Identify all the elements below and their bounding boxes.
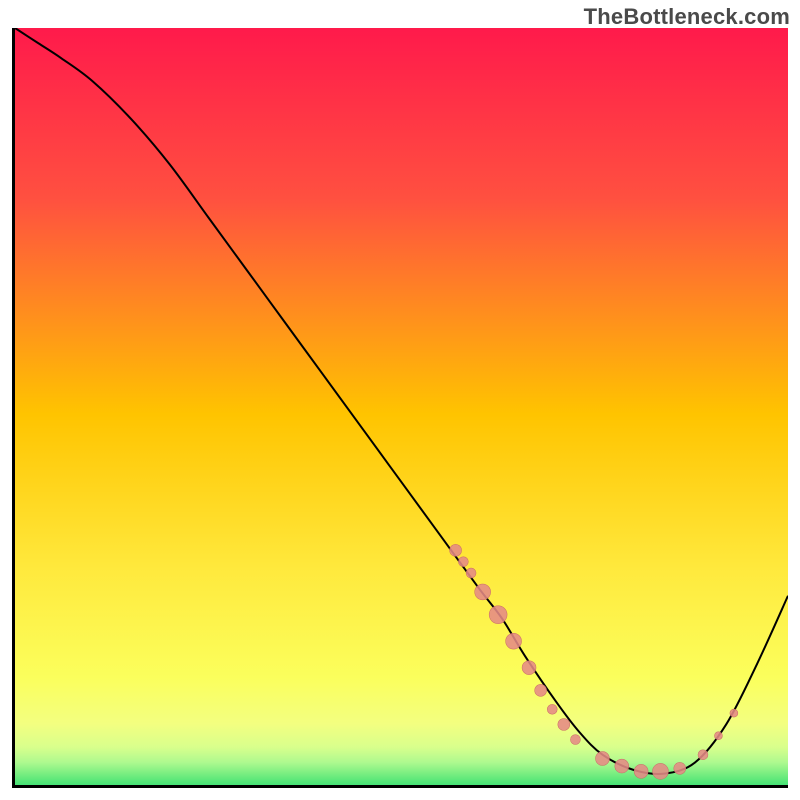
bottleneck-curve	[15, 28, 788, 774]
curve-layer	[15, 28, 788, 785]
data-marker	[458, 557, 468, 567]
data-marker	[535, 684, 547, 696]
data-marker	[698, 750, 708, 760]
data-marker	[489, 606, 507, 624]
data-marker	[652, 763, 668, 779]
chart-container: TheBottleneck.com	[0, 0, 800, 800]
data-marker	[558, 718, 570, 730]
data-marker	[615, 759, 629, 773]
marker-group	[450, 544, 738, 779]
data-marker	[714, 732, 722, 740]
data-marker	[475, 584, 491, 600]
data-marker	[674, 762, 686, 774]
data-marker	[570, 735, 580, 745]
data-marker	[596, 752, 610, 766]
data-marker	[450, 544, 462, 556]
plot-frame	[12, 28, 788, 788]
data-marker	[634, 764, 648, 778]
watermark: TheBottleneck.com	[584, 4, 790, 30]
data-marker	[547, 704, 557, 714]
data-marker	[506, 633, 522, 649]
data-marker	[730, 709, 738, 717]
data-marker	[466, 568, 476, 578]
data-marker	[522, 661, 536, 675]
